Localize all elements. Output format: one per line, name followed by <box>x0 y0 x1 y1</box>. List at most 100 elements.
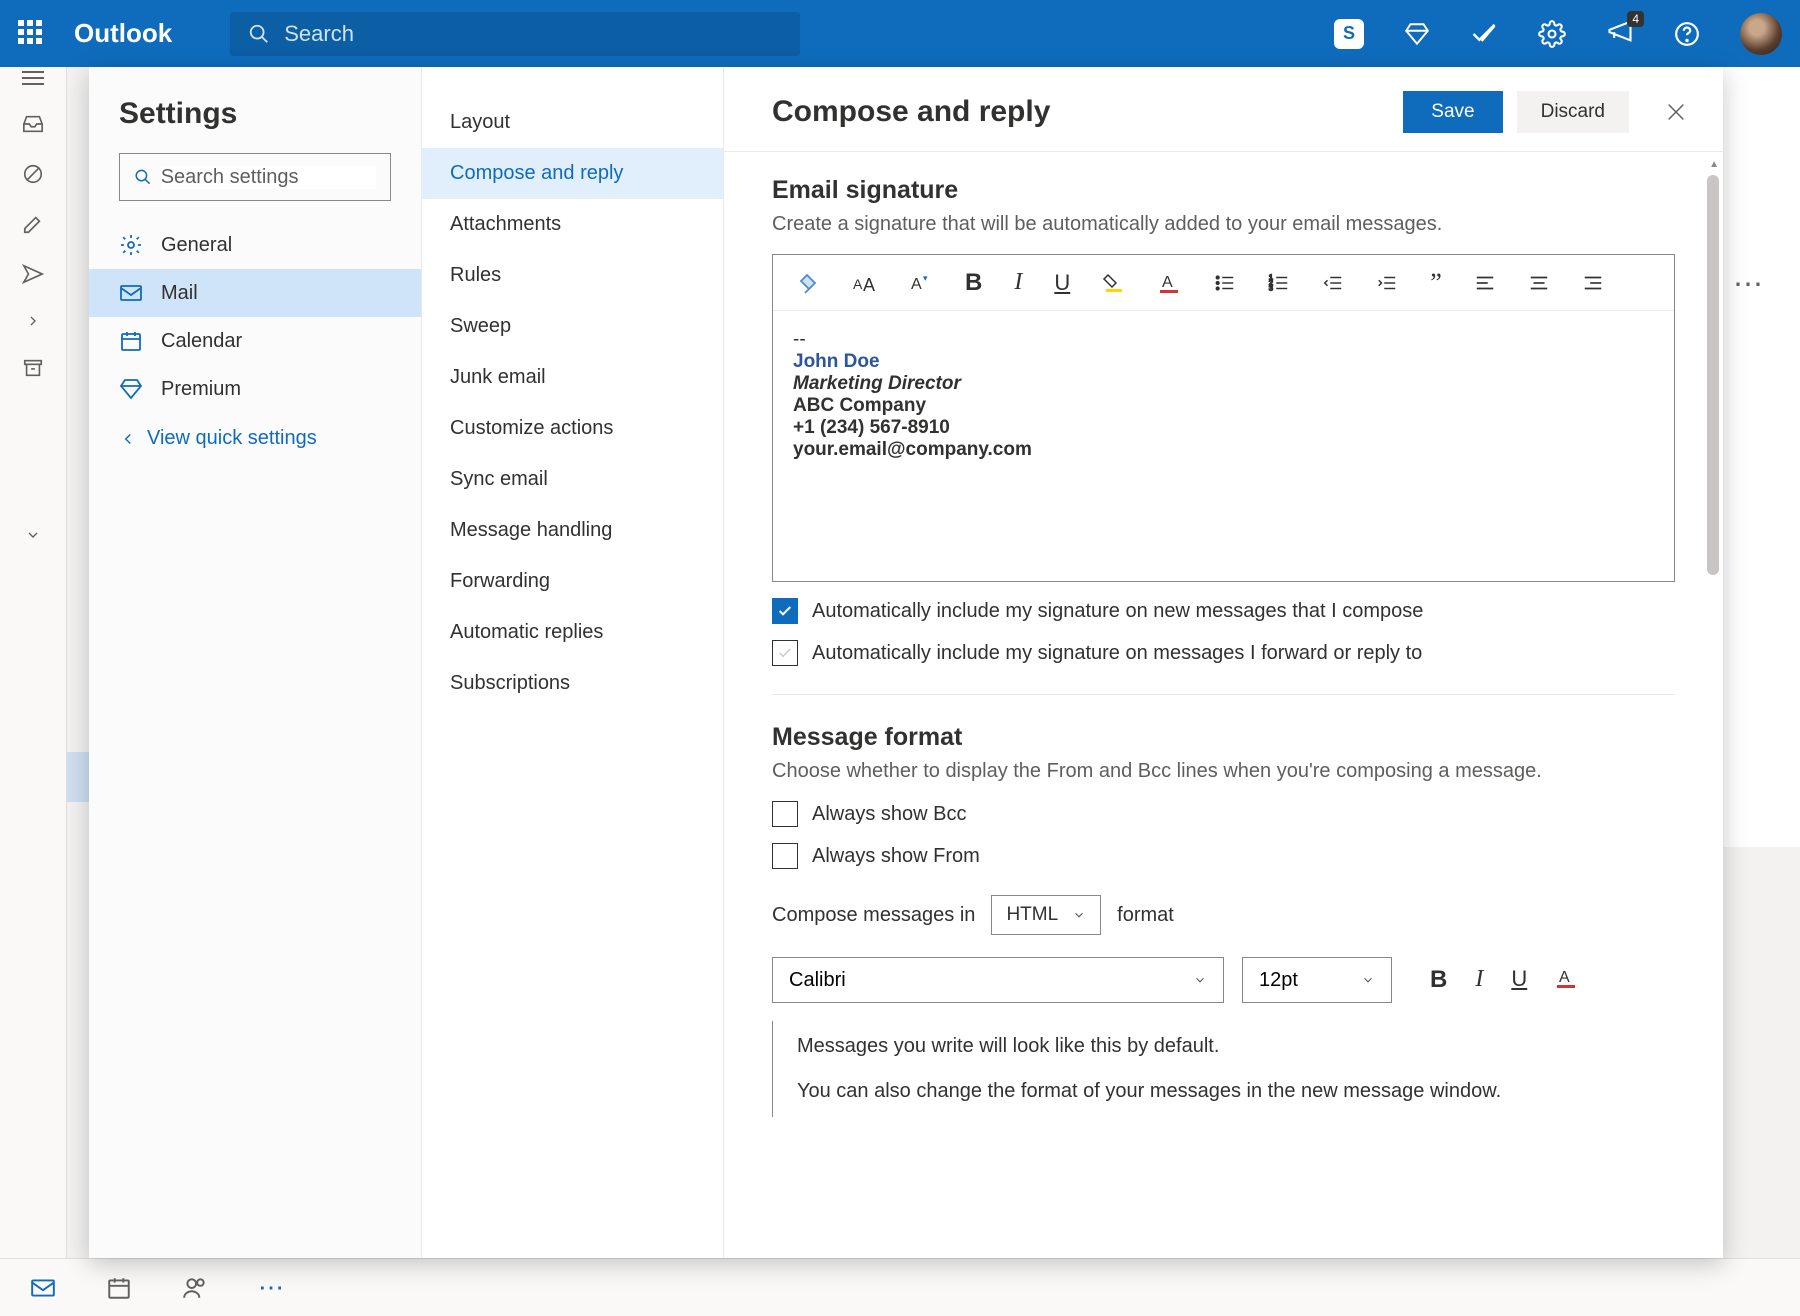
font-family-select[interactable]: Calibri <box>772 957 1224 1003</box>
nav-mail[interactable]: Mail <box>89 269 421 317</box>
close-icon[interactable] <box>1665 101 1687 123</box>
sub-junk[interactable]: Junk email <box>422 352 723 403</box>
align-center-icon[interactable] <box>1528 272 1550 294</box>
bullet-list-icon[interactable] <box>1214 272 1236 294</box>
checkbox-from[interactable] <box>772 843 798 869</box>
font-size-select[interactable]: 12pt <box>1242 957 1392 1003</box>
italic-icon[interactable]: I <box>1475 966 1483 994</box>
sub-layout[interactable]: Layout <box>422 97 723 148</box>
sub-rules[interactable]: Rules <box>422 250 723 301</box>
mail-icon <box>119 281 143 305</box>
underline-icon[interactable]: U <box>1511 966 1527 994</box>
sub-subscriptions[interactable]: Subscriptions <box>422 658 723 709</box>
help-icon[interactable] <box>1674 21 1700 47</box>
signature-content[interactable]: -- John Doe Marketing Director ABC Compa… <box>773 311 1674 581</box>
divider <box>772 694 1675 695</box>
format-painter-icon[interactable] <box>797 271 821 295</box>
checkbox-sig-reply[interactable] <box>772 640 798 666</box>
brand-label: Outlook <box>74 18 172 49</box>
sub-sweep[interactable]: Sweep <box>422 301 723 352</box>
sig-role: Marketing Director <box>793 373 1654 395</box>
top-bar: Outlook S 4 <box>0 0 1800 67</box>
outdent-icon[interactable] <box>1322 272 1344 294</box>
sub-forwarding[interactable]: Forwarding <box>422 556 723 607</box>
sub-message-handling[interactable]: Message handling <box>422 505 723 556</box>
people-module-icon[interactable] <box>182 1275 208 1301</box>
underline-icon[interactable]: U <box>1054 270 1070 296</box>
calendar-icon <box>119 329 143 353</box>
discard-button[interactable]: Discard <box>1517 91 1629 133</box>
font-size-icon[interactable]: A▾ <box>909 271 933 295</box>
checkbox-sig-new[interactable] <box>772 598 798 624</box>
blocked-icon[interactable] <box>22 163 44 185</box>
sig-company: ABC Company <box>793 395 1654 417</box>
format-section-title: Message format <box>772 723 1675 752</box>
sub-customize-actions[interactable]: Customize actions <box>422 403 723 454</box>
avatar[interactable] <box>1740 13 1782 55</box>
nav-calendar[interactable]: Calendar <box>89 317 421 365</box>
sent-icon[interactable] <box>22 263 44 285</box>
bold-icon[interactable]: B <box>965 269 982 297</box>
chevron-down-icon[interactable] <box>25 527 41 543</box>
chevron-right-icon[interactable] <box>25 313 41 329</box>
font-color-icon[interactable]: A <box>1158 271 1182 295</box>
chevron-down-icon <box>1361 973 1375 987</box>
preview-line2: You can also change the format of your m… <box>797 1080 1675 1103</box>
whatsnew-icon[interactable]: 4 <box>1606 17 1634 50</box>
more-modules-icon[interactable]: ⋯ <box>258 1272 286 1303</box>
align-right-icon[interactable] <box>1582 272 1604 294</box>
svg-text:▾: ▾ <box>923 273 928 283</box>
font-family-value: Calibri <box>789 969 846 992</box>
more-options-icon[interactable]: ⋯ <box>1733 267 1766 302</box>
sub-attachments[interactable]: Attachments <box>422 199 723 250</box>
checkbox-sig-new-label: Automatically include my signature on ne… <box>812 600 1423 623</box>
font-icon[interactable]: AA <box>853 271 877 295</box>
gear-icon[interactable] <box>1538 20 1566 48</box>
nav-label: Calendar <box>161 330 242 353</box>
calendar-module-icon[interactable] <box>106 1275 132 1301</box>
svg-text:3: 3 <box>1269 283 1273 292</box>
format-preview: Messages you write will look like this b… <box>772 1021 1675 1117</box>
view-quick-settings-link[interactable]: View quick settings <box>89 413 421 464</box>
drafts-icon[interactable] <box>22 213 44 235</box>
sub-compose-reply[interactable]: Compose and reply <box>422 148 723 199</box>
inbox-icon[interactable] <box>22 113 44 135</box>
number-list-icon[interactable]: 123 <box>1268 272 1290 294</box>
scrollbar[interactable] <box>1707 175 1719 575</box>
sub-auto-replies[interactable]: Automatic replies <box>422 607 723 658</box>
indent-icon[interactable] <box>1376 272 1398 294</box>
compose-format-select[interactable]: HTML <box>991 895 1101 935</box>
nav-general[interactable]: General <box>89 221 421 269</box>
archive-icon[interactable] <box>22 357 44 379</box>
diamond-icon[interactable] <box>1404 21 1430 47</box>
highlight-icon[interactable] <box>1102 271 1126 295</box>
app-launcher-icon[interactable] <box>18 20 46 48</box>
align-left-icon[interactable] <box>1474 272 1496 294</box>
checkbox-sig-reply-label: Automatically include my signature on me… <box>812 642 1422 665</box>
italic-icon[interactable]: I <box>1014 269 1022 296</box>
sub-sync[interactable]: Sync email <box>422 454 723 505</box>
nav-premium[interactable]: Premium <box>89 365 421 413</box>
global-search[interactable] <box>230 12 800 56</box>
check-icon <box>777 603 793 619</box>
settings-submenu: Layout Compose and reply Attachments Rul… <box>422 67 724 1258</box>
scroll-up-arrow-icon[interactable]: ▲ <box>1709 159 1719 170</box>
todo-icon[interactable] <box>1470 20 1498 48</box>
save-button[interactable]: Save <box>1403 91 1502 133</box>
quote-icon[interactable]: ” <box>1430 268 1442 298</box>
preview-line1: Messages you write will look like this b… <box>797 1035 1675 1058</box>
checkbox-bcc[interactable] <box>772 801 798 827</box>
settings-search[interactable] <box>119 153 391 201</box>
search-input[interactable] <box>284 21 782 47</box>
signature-editor: AA A▾ B I U A 123 ” -- <box>772 254 1675 582</box>
bold-icon[interactable]: B <box>1430 966 1447 994</box>
skype-icon[interactable]: S <box>1334 19 1364 49</box>
mail-module-icon[interactable] <box>30 1275 56 1301</box>
font-color-icon[interactable]: A <box>1555 966 1579 990</box>
checkbox-from-label: Always show From <box>812 845 980 868</box>
font-size-value: 12pt <box>1259 969 1298 992</box>
content-header: Compose and reply Save Discard <box>724 67 1723 152</box>
search-icon <box>248 23 270 45</box>
settings-search-input[interactable] <box>161 166 376 189</box>
hamburger-icon[interactable] <box>22 71 44 85</box>
